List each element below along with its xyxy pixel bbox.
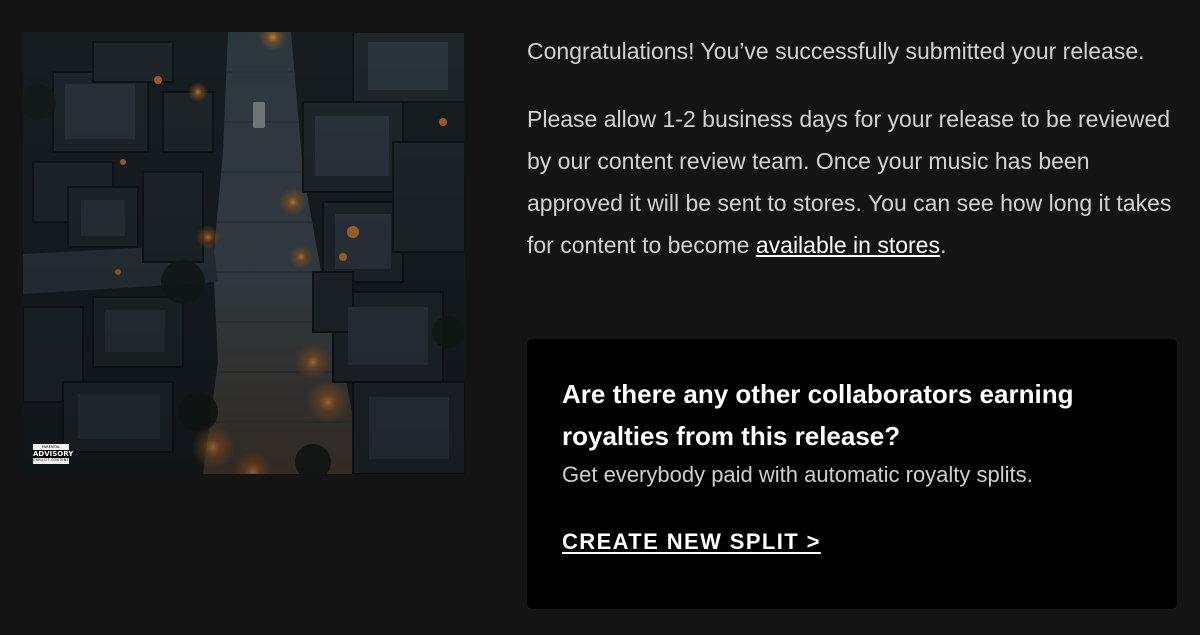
- release-artwork: PARENTAL ADVISORY EXPLICIT CONTENT: [23, 32, 465, 474]
- confirmation-details: Please allow 1-2 business days for your …: [527, 98, 1177, 266]
- royalty-split-card: Are there any other collaborators earnin…: [527, 339, 1177, 609]
- parental-advisory-label: PARENTAL ADVISORY EXPLICIT CONTENT: [33, 444, 74, 464]
- split-card-title: Are there any other collaborators earnin…: [562, 379, 1074, 451]
- advisory-bottom-text: EXPLICIT CONTENT: [33, 458, 69, 463]
- split-card-subtitle: Get everybody paid with automatic royalt…: [562, 462, 1033, 487]
- advisory-top-text: PARENTAL: [41, 445, 61, 449]
- create-new-split-link[interactable]: CREATE NEW SPLIT >: [562, 529, 821, 555]
- release-submitted-page: PARENTAL ADVISORY EXPLICIT CONTENT Congr…: [0, 0, 1200, 635]
- available-in-stores-link[interactable]: available in stores: [756, 232, 940, 258]
- advisory-middle-text: ADVISORY: [33, 450, 74, 459]
- confirmation-intro: Congratulations! You’ve successfully sub…: [527, 38, 1145, 64]
- artwork-image: [23, 32, 465, 474]
- confirmation-message: Congratulations! You’ve successfully sub…: [527, 30, 1177, 266]
- details-end: .: [939, 232, 947, 258]
